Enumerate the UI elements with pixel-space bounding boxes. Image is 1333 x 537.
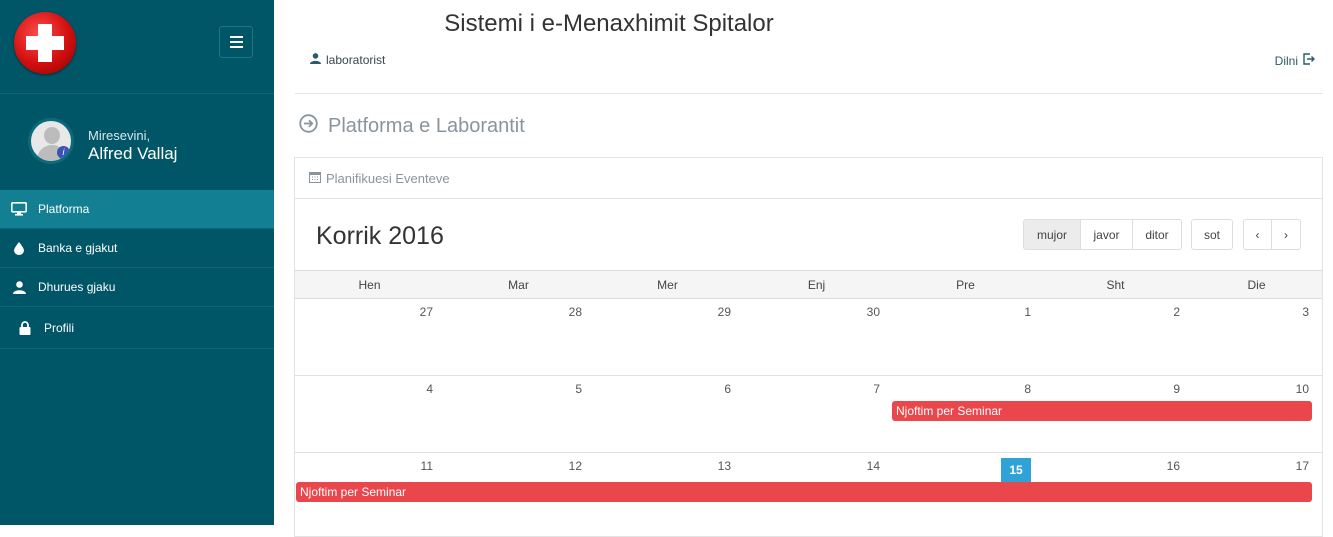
user-name: Alfred Vallaj [88,144,178,163]
panel-title: Planifikuesi Eventeve [326,170,450,186]
logout-link[interactable]: Dilni [1275,53,1315,68]
day-number[interactable]: 13 [593,459,731,473]
day-number[interactable]: 12 [444,459,582,473]
view-switcher: mujor javor ditor [1023,219,1182,250]
day-number[interactable]: 5 [444,382,582,396]
desktop-icon [0,202,38,216]
weekday-label: Mer [657,278,678,292]
sign-out-icon [1303,53,1315,68]
calendar-event[interactable]: Njoftim per Seminar [892,401,1312,421]
user-link-label: laboratorist [326,53,386,67]
calendar-panel: Planifikuesi Eventeve Korrik 2016 mujor … [294,157,1323,537]
logout-label: Dilni [1274,53,1298,68]
weekday-label: Pre [956,278,975,292]
sidebar-item-dhurues-gjaku[interactable]: Dhurues gjaku [0,268,274,307]
week-row: 4 5 6 7 8 9 10 Njoftim per Seminar [295,376,1322,453]
day-number[interactable]: 27 [295,305,433,319]
header-divider [295,93,1323,94]
weekday-label: Hen [358,278,381,292]
day-number[interactable]: 16 [1040,459,1180,473]
prev-month-button[interactable]: ‹ [1243,219,1272,250]
calendar-event[interactable]: Njoftim per Seminar [296,482,1312,502]
day-number[interactable]: 9 [1040,382,1180,396]
main-content: Sistemi i e-Menaxhimit Spitalor laborato… [274,0,1333,537]
blood-drop-icon [0,241,38,255]
view-week-button[interactable]: javor [1081,219,1133,250]
day-number[interactable]: 30 [742,305,880,319]
weekday-header-row: Hen Mar Mer Enj Pre Sht Die [295,270,1322,299]
sidebar-divider [0,93,274,94]
day-number[interactable]: 10 [1191,382,1309,396]
user-link[interactable]: laboratorist [310,53,385,67]
hospital-cross-logo[interactable] [14,12,76,74]
weekday-label: Mar [508,278,529,292]
info-badge-icon: i [57,146,70,159]
page-title-text: Platforma e Laborantit [328,115,525,137]
calendar-icon [309,171,321,186]
sidebar-item-label: Banka e gjakut [38,241,118,255]
view-day-button[interactable]: ditor [1133,219,1182,250]
today-button[interactable]: sot [1191,219,1233,250]
weekday-label: Die [1247,278,1266,292]
today-day-number[interactable]: 15 [1001,458,1031,483]
panel-header: Planifikuesi Eventeve [295,158,1322,199]
today-group: sot [1191,219,1233,250]
menu-toggle-button[interactable] [219,26,253,58]
weekday-label: Sht [1106,278,1125,292]
sidebar-item-platforma[interactable]: Platforma [0,190,274,229]
next-month-button[interactable]: › [1272,219,1301,250]
user-icon [310,53,321,67]
day-number[interactable]: 14 [742,459,880,473]
weekday-label: Enj [807,278,826,292]
day-number[interactable]: 6 [593,382,731,396]
sidebar-item-label: Platforma [38,202,90,216]
day-number[interactable]: 7 [742,382,880,396]
day-number[interactable]: 8 [891,382,1031,396]
sidebar-item-banka-e-gjakut[interactable]: Banka e gjakut [0,229,274,268]
week-row: 11 12 13 14 15 16 17 Njoftim per Seminar [295,453,1322,533]
calendar-month-title: Korrik 2016 [316,222,444,250]
day-number[interactable]: 2 [1040,305,1180,319]
day-number[interactable]: 3 [1191,305,1309,319]
sidebar-item-label: Profili [44,320,75,335]
day-number[interactable]: 28 [444,305,582,319]
view-month-button[interactable]: mujor [1023,219,1081,250]
lock-icon [6,320,44,335]
calendar-grid: Hen Mar Mer Enj Pre Sht Die 27 28 29 30 … [295,270,1322,533]
page-title: Platforma e Laborantit [299,114,525,139]
nav-group: ‹ › [1243,219,1301,250]
welcome-text: Miresevini, [88,128,151,143]
day-number[interactable]: 29 [593,305,731,319]
day-number[interactable]: 17 [1191,459,1309,473]
app-title: Sistemi i e-Menaxhimit Spitalor [444,10,774,37]
sidebar-item-profili[interactable]: Profili [0,307,274,349]
sidebar: i Miresevini, Alfred Vallaj Platforma Ba… [0,0,274,525]
sidebar-item-label: Dhurues gjaku [38,280,116,294]
day-number[interactable]: 1 [891,305,1031,319]
circle-arrow-right-icon [299,114,318,139]
user-icon [0,280,38,294]
day-number[interactable]: 11 [295,459,433,473]
day-number[interactable]: 4 [295,382,433,396]
avatar: i [28,118,74,164]
week-row: 27 28 29 30 1 2 3 [295,299,1322,376]
